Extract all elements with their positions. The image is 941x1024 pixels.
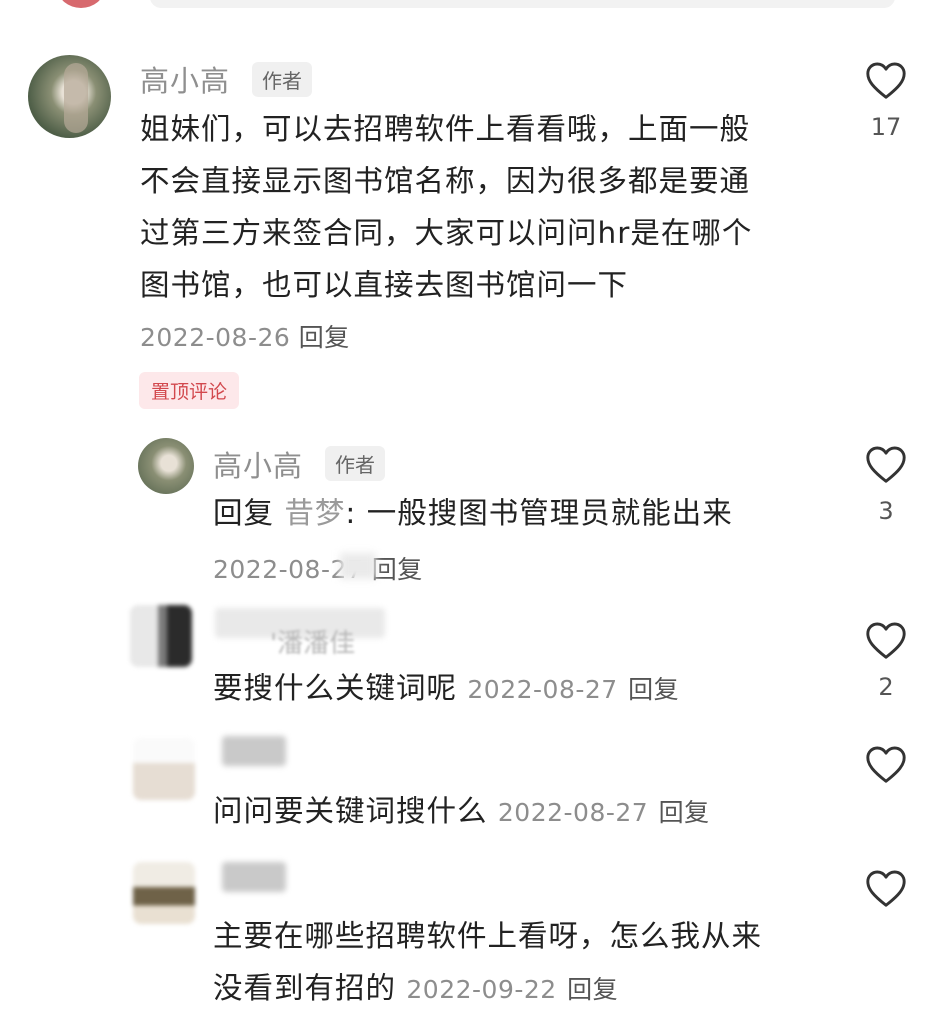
avatar[interactable] [130, 605, 192, 667]
comment-author[interactable]: '潘潘佳 [270, 623, 355, 660]
avatar[interactable] [133, 862, 195, 924]
comment-text: 要搜什么关键词呢 2022-08-27 回复 [213, 662, 679, 716]
username-blurred [222, 862, 286, 892]
comment-line: 图书馆，也可以直接去图书馆问一下 [140, 268, 629, 302]
username-blurred [222, 736, 286, 766]
comment-date: 2022-08-27 [497, 798, 649, 827]
reply-prefix: 回复 [213, 496, 275, 530]
heart-outline-icon[interactable] [864, 60, 908, 100]
heart-outline-icon[interactable] [864, 444, 908, 484]
reply-to-user[interactable]: 昔梦 [284, 496, 345, 530]
avatar[interactable] [138, 438, 194, 494]
comment-date: 2022-08-26 [140, 323, 291, 352]
heart-outline-icon[interactable] [864, 620, 908, 660]
like-count: 2 [878, 673, 894, 701]
comment-text: 问问要关键词搜什么 2022-08-27 回复 [213, 785, 710, 839]
comment-line: 主要在哪些招聘软件上看呀，怎么我从来 [213, 919, 763, 953]
comment-meta: 2022-08-27 回复 [213, 550, 423, 586]
comment-text: 回复 昔梦: 一般搜图书管理员就能出来 [213, 487, 733, 539]
author-badge: 作者 [325, 446, 385, 481]
reply-button[interactable]: 回复 [299, 323, 350, 352]
like-count: 17 [870, 113, 902, 141]
previous-avatar[interactable] [58, 0, 104, 8]
author-badge: 作者 [252, 62, 312, 97]
reply-button[interactable]: 回复 [628, 675, 679, 704]
avatar[interactable] [133, 738, 195, 800]
reply-button[interactable]: 回复 [372, 555, 423, 584]
reply-button[interactable]: 回复 [567, 975, 618, 1004]
comment-date: 2022-09-22 [406, 975, 557, 1004]
like-count: 3 [878, 497, 894, 525]
reply-button[interactable]: 回复 [659, 798, 710, 827]
comment-text: 姐妹们，可以去招聘软件上看看哦，上面一般 不会直接显示图书馆名称，因为很多都是要… [140, 103, 752, 311]
previous-reply-input[interactable] [150, 0, 895, 8]
comment-author[interactable]: 高小高 [213, 443, 303, 485]
comment-text: 主要在哪些招聘软件上看呀，怎么我从来 没看到有招的 2022-09-22 回复 [213, 910, 762, 1016]
comment-date: 2022-08-27 [467, 675, 618, 704]
heart-outline-icon[interactable] [864, 744, 908, 784]
comment-meta: 2022-08-26 回复 [140, 318, 350, 354]
avatar[interactable] [28, 55, 111, 138]
comment-line: 过第三方来签合同，大家可以问问hr是在哪个 [140, 216, 753, 250]
comment-body: 要搜什么关键词呢 [213, 671, 458, 705]
comment-line: 不会直接显示图书馆名称，因为很多都是要通 [140, 164, 751, 198]
heart-outline-icon[interactable] [864, 868, 908, 908]
comment-author[interactable]: 高小高 [140, 58, 230, 100]
pinned-badge: 置顶评论 [139, 372, 240, 409]
comment-line: 没看到有招的 [213, 971, 397, 1005]
comment-body: : 一般搜图书管理员就能出来 [345, 496, 733, 530]
blur-mask [340, 553, 376, 579]
comment-body: 问问要关键词搜什么 [213, 794, 488, 828]
comment-line: 姐妹们，可以去招聘软件上看看哦，上面一般 [140, 112, 751, 146]
